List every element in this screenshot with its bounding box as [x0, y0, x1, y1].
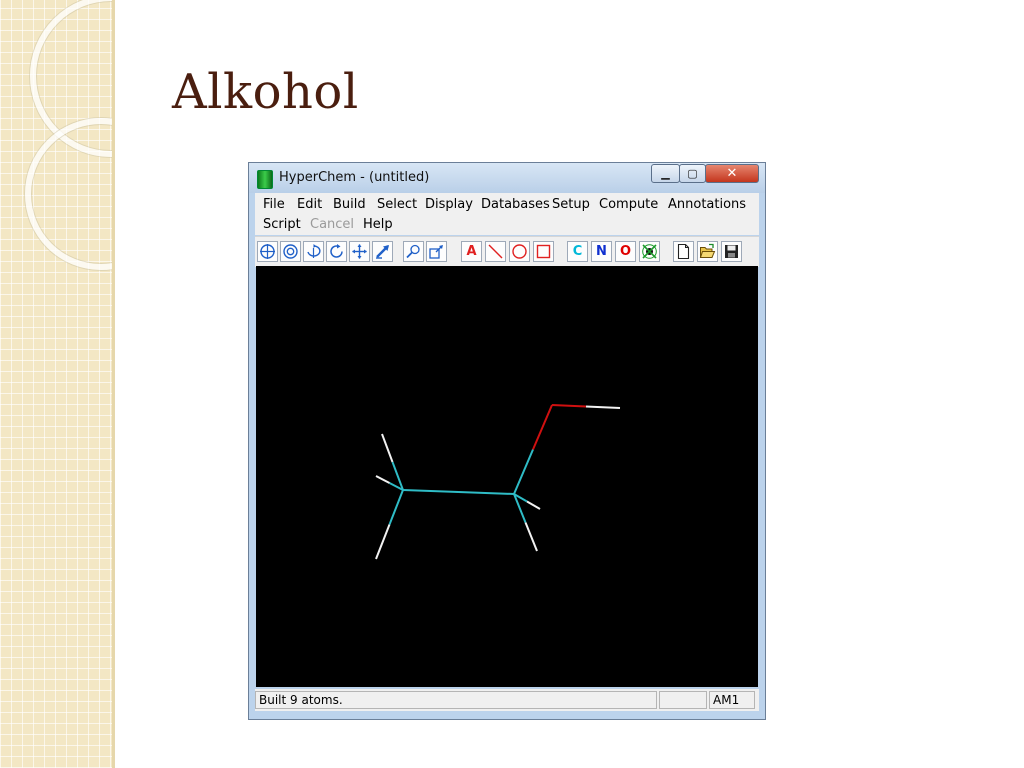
app-icon[interactable] [257, 170, 273, 189]
bond-c-h [388, 489, 404, 525]
bond-c-h-half [381, 433, 394, 463]
menu-help[interactable]: Help [363, 217, 393, 232]
bond-c-o-half [532, 404, 553, 450]
menu-build[interactable]: Build [333, 197, 366, 212]
carbon-element-button[interactable]: C [567, 241, 588, 262]
rotate-in-plane-icon[interactable] [326, 241, 347, 262]
menu-display[interactable]: Display [425, 197, 473, 212]
menu-file[interactable]: File [263, 197, 285, 212]
bond-c-h-half [375, 524, 391, 560]
menu-select[interactable]: Select [377, 197, 417, 212]
open-file-icon[interactable] [697, 241, 718, 262]
text-annotation-tool[interactable]: A [461, 241, 482, 262]
menu-edit[interactable]: Edit [297, 197, 322, 212]
decorative-ring [25, 118, 112, 270]
rectangle-annotation-icon[interactable] [533, 241, 554, 262]
oxygen-element-button[interactable]: O [615, 241, 636, 262]
line-annotation-icon[interactable] [485, 241, 506, 262]
nitrogen-element-button[interactable]: N [591, 241, 612, 262]
zoom-tool-icon[interactable] [403, 241, 424, 262]
minimize-button[interactable]: ▁ [651, 164, 680, 183]
hyperchem-window: HyperChem - (untitled) ▁ ▢ ✕ File Edit B… [248, 162, 766, 720]
bond-c-h-half [524, 522, 538, 552]
menu-annotations[interactable]: Annotations [668, 197, 746, 212]
z-clip-tool-icon[interactable] [426, 241, 447, 262]
maximize-button[interactable]: ▢ [679, 164, 706, 183]
menu-bar: File Edit Build Select Display Databases… [255, 193, 759, 235]
close-button[interactable]: ✕ [705, 164, 759, 183]
rotate-out-of-plane-icon[interactable] [303, 241, 324, 262]
bond-c-h-half [526, 500, 541, 510]
periodic-table-icon[interactable] [639, 241, 660, 262]
status-method: AM1 [709, 691, 755, 709]
menu-script[interactable]: Script [263, 217, 301, 232]
decorative-side-panel [0, 0, 112, 768]
status-middle [659, 691, 707, 709]
menu-setup[interactable]: Setup [552, 197, 590, 212]
status-message: Built 9 atoms. [255, 691, 657, 709]
window-title: HyperChem - (untitled) [279, 170, 430, 185]
menu-cancel: Cancel [310, 217, 355, 232]
bond-o-h-half [585, 405, 621, 409]
menu-compute[interactable]: Compute [599, 197, 658, 212]
bond-o-h [551, 404, 587, 408]
z-translate-tool-icon[interactable] [372, 241, 393, 262]
slide-title: Alkohol [172, 64, 359, 120]
select-tool-icon[interactable] [280, 241, 301, 262]
new-file-icon[interactable] [673, 241, 694, 262]
menu-databases[interactable]: Databases [481, 197, 550, 212]
bond-c-h-half [375, 475, 390, 484]
bond-c-c [402, 489, 459, 493]
decorative-edge [112, 0, 115, 768]
ellipse-annotation-icon[interactable] [509, 241, 530, 262]
workspace-canvas[interactable] [256, 266, 758, 687]
save-file-icon[interactable] [721, 241, 742, 262]
status-bar: Built 9 atoms. AM1 [255, 689, 759, 711]
molecule-view [375, 404, 621, 560]
title-bar[interactable]: HyperChem - (untitled) ▁ ▢ ✕ [249, 163, 765, 193]
draw-tool-icon[interactable] [257, 241, 278, 262]
bond-c-o [513, 449, 534, 495]
toolbar: A C N O [255, 236, 759, 267]
translate-tool-icon[interactable] [349, 241, 370, 262]
bond-c-c-half [458, 491, 515, 495]
